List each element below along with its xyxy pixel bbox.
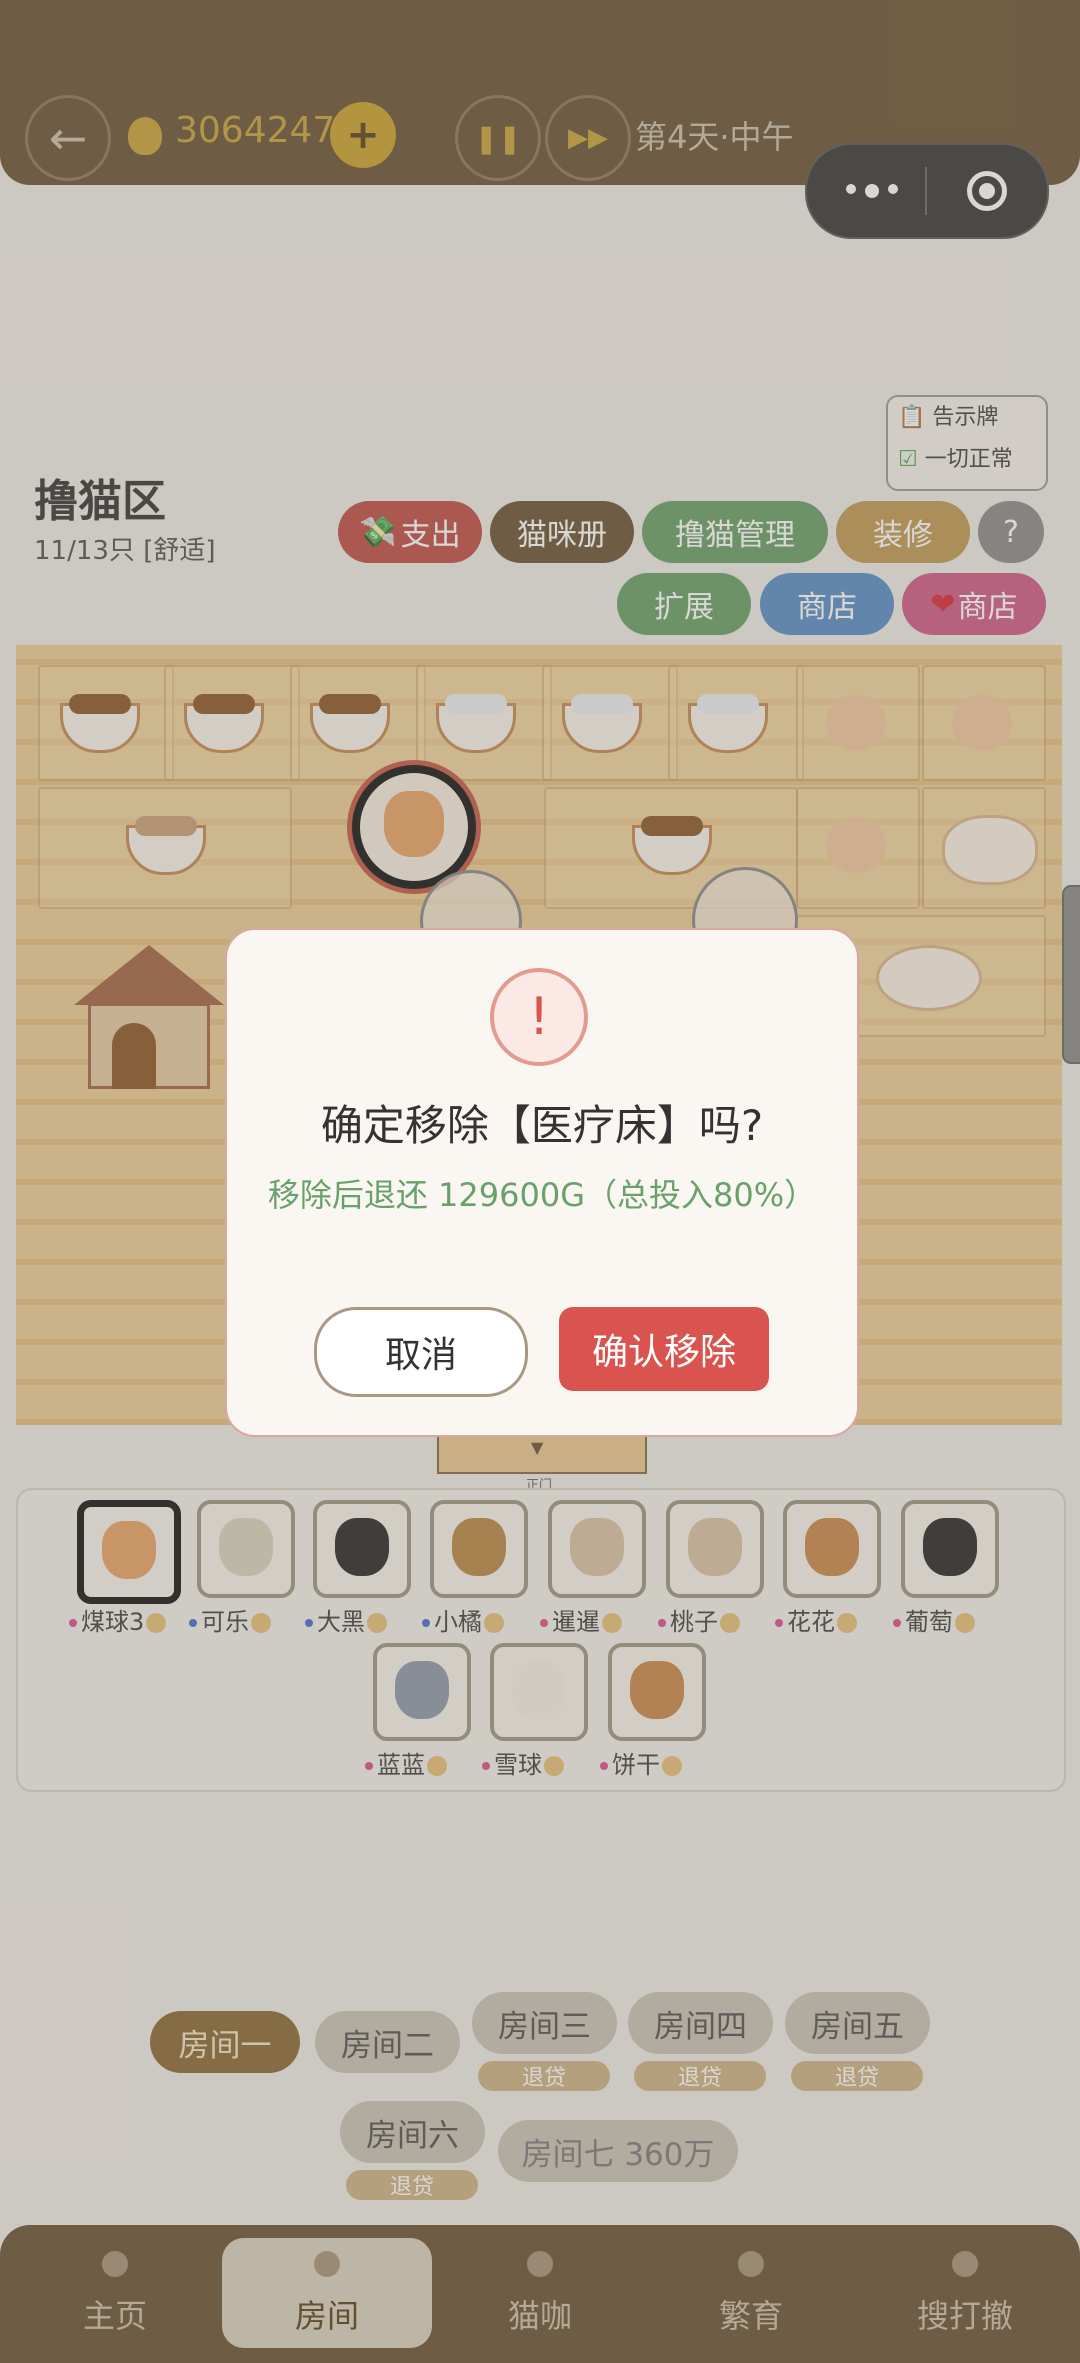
warning-icon: ! (490, 968, 588, 1066)
dialog-description: 移除后退还 129600G（总投入80%） (267, 1176, 817, 1214)
confirm-remove-button[interactable]: 确认移除 (559, 1307, 769, 1391)
dialog-title: 确定移除【医疗床】吗? (320, 1101, 764, 1150)
confirm-remove-dialog: ! 确定移除【医疗床】吗? 移除后退还 129600G（总投入80%） 取消 确… (225, 928, 859, 1437)
cancel-button[interactable]: 取消 (314, 1307, 528, 1397)
